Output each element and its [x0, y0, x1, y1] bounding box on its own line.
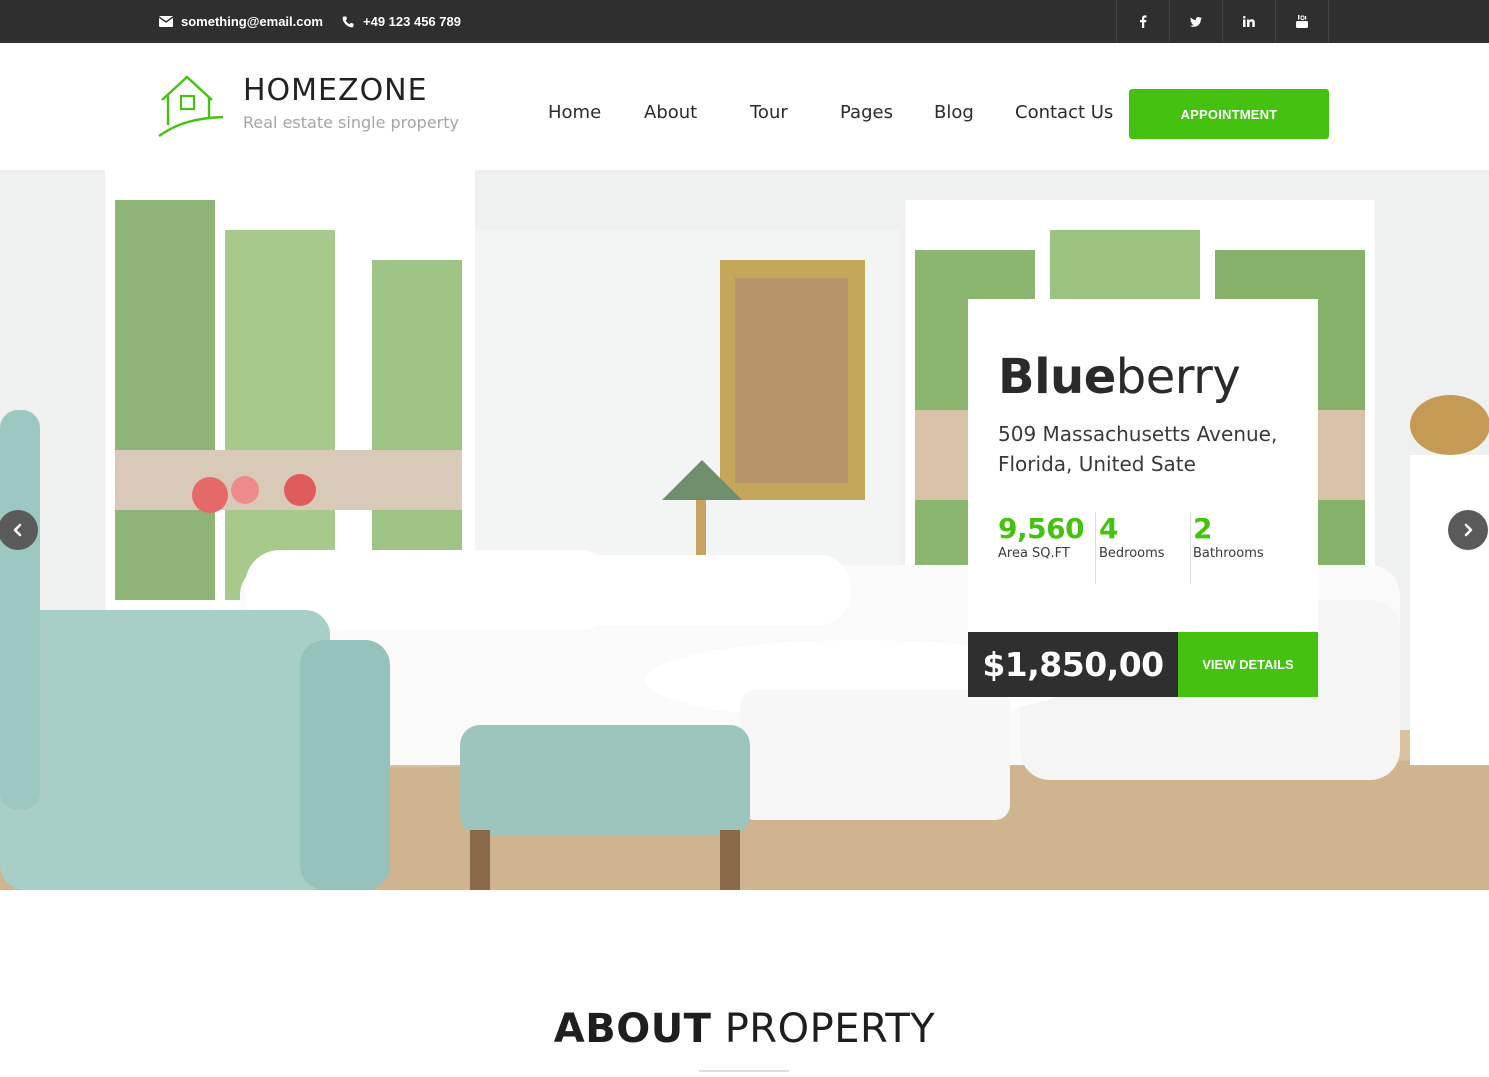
property-stats: 9,560 Area SQ.FT 4 Bedrooms 2 Bathrooms: [968, 512, 1318, 584]
nav-pages[interactable]: Pages: [840, 102, 893, 123]
property-name: Blueberry: [998, 349, 1241, 405]
envelope-icon: [158, 14, 174, 30]
stat-bedrooms-label: Bedrooms: [1099, 546, 1165, 561]
youtube-icon[interactable]: [1276, 0, 1329, 43]
slider-next-button[interactable]: [1448, 510, 1488, 550]
contact-email[interactable]: something@email.com: [158, 0, 323, 43]
phone-text: +49 123 456 789: [363, 14, 461, 29]
brand-tagline: Real estate single property: [243, 113, 459, 132]
property-card: Blueberry 509 Massachusetts Avenue, Flor…: [968, 299, 1318, 697]
email-text: something@email.com: [181, 14, 323, 29]
phone-icon: [340, 14, 356, 30]
property-name-bold: Blue: [998, 349, 1116, 405]
property-address: 509 Massachusetts Avenue, Florida, Unite…: [998, 419, 1277, 479]
about-title-bold: ABOUT: [553, 1006, 712, 1052]
chevron-left-icon: [13, 523, 22, 537]
hero-slider: Blueberry 509 Massachusetts Avenue, Flor…: [0, 170, 1489, 890]
address-line-2: Florida, United Sate: [998, 452, 1196, 476]
twitter-icon[interactable]: [1170, 0, 1223, 43]
stat-divider: [1190, 512, 1191, 584]
stat-bedrooms: 4 Bedrooms: [1099, 512, 1165, 584]
stat-bathrooms-value: 2: [1193, 512, 1212, 545]
stat-bedrooms-value: 4: [1099, 512, 1118, 545]
house-logo-icon[interactable]: [157, 73, 225, 139]
top-bar: something@email.com +49 123 456 789: [0, 0, 1489, 43]
appointment-button[interactable]: APPOINTMENT: [1129, 89, 1329, 139]
chevron-right-icon: [1464, 523, 1473, 537]
title-divider: [699, 1070, 789, 1072]
linkedin-icon[interactable]: [1223, 0, 1276, 43]
about-section-title: ABOUT PROPERTY: [0, 1006, 1489, 1052]
stat-bathrooms: 2 Bathrooms: [1193, 512, 1264, 584]
facebook-icon[interactable]: [1117, 0, 1170, 43]
address-line-1: 509 Massachusetts Avenue,: [998, 422, 1278, 446]
about-title-rest: PROPERTY: [724, 1006, 936, 1052]
property-price: $1,850,00: [968, 632, 1178, 697]
property-name-rest: berry: [1115, 349, 1241, 405]
stat-bathrooms-label: Bathrooms: [1193, 546, 1264, 561]
nav-home[interactable]: Home: [548, 102, 601, 123]
stat-area-label: Area SQ.FT: [998, 546, 1070, 561]
brand-name[interactable]: HOMEZONE: [243, 73, 428, 108]
view-details-button[interactable]: VIEW DETAILS: [1178, 632, 1318, 697]
nav-about[interactable]: About: [644, 102, 697, 123]
stat-area-value: 9,560: [998, 512, 1085, 545]
nav-blog[interactable]: Blog: [934, 102, 974, 123]
nav-tour[interactable]: Tour: [750, 102, 788, 123]
site-header: HOMEZONE Real estate single property Hom…: [0, 43, 1489, 170]
social-links: [1116, 0, 1329, 43]
contact-phone[interactable]: +49 123 456 789: [340, 0, 461, 43]
stat-divider: [1095, 512, 1096, 584]
stat-area: 9,560 Area SQ.FT: [998, 512, 1085, 584]
nav-contact-us[interactable]: Contact Us: [1015, 102, 1113, 123]
